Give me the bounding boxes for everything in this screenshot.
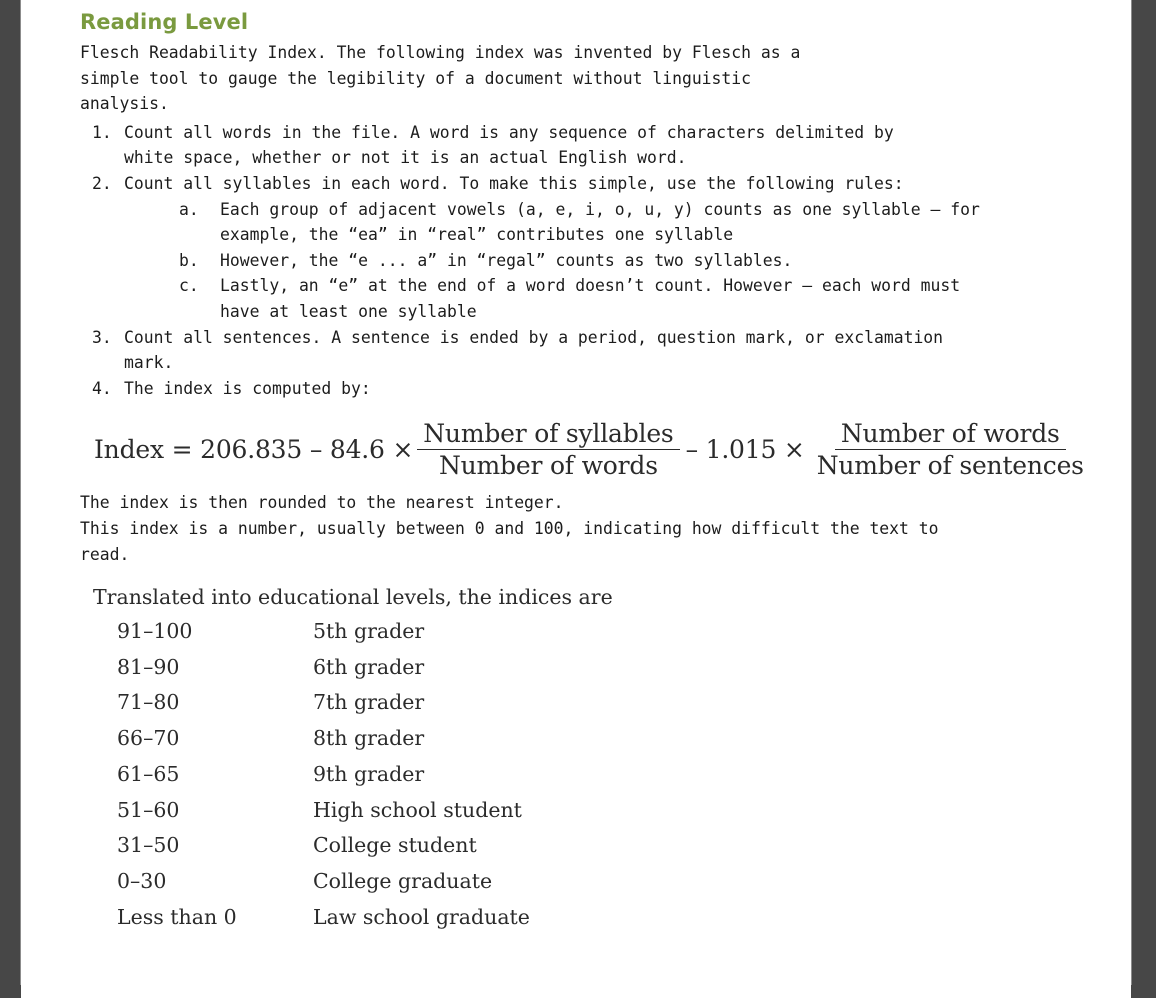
level-range: 81–90 (117, 654, 180, 679)
fraction-denominator: Number of sentences (816, 451, 1084, 481)
formula-middle-operator: – 1.015 × (685, 435, 805, 465)
substeps-container: a. Each group of adjacent vowels (a, e, … (179, 197, 1090, 325)
table-row: Less than 0 Law school graduate (80, 903, 530, 939)
document-content: Reading Level Flesch Readability Index. … (80, 8, 1090, 938)
level-label: 5th grader (313, 619, 425, 644)
list-item: c. Lastly, an “e” at the end of a word d… (179, 273, 1090, 324)
level-range: 31–50 (117, 833, 180, 858)
list-marker: a. (179, 199, 199, 219)
list-item: b. However, the “e ... a” in “regal” cou… (179, 248, 1090, 274)
list-marker: 1. (92, 122, 112, 142)
table-row: 91–100 5th grader (80, 617, 530, 653)
reading-levels-table: 91–100 5th grader 81–90 6th grader 71–80… (80, 617, 530, 938)
list-item: 3. Count all sentences. A sentence is en… (80, 325, 1090, 376)
table-row: 0–30 College graduate (80, 867, 530, 903)
formula-fraction-two: Number of words Number of sentences (811, 419, 1090, 480)
list-item: 4. The index is computed by: (80, 376, 1090, 402)
fraction-numerator: Number of syllables (417, 419, 680, 451)
level-range: 51–60 (117, 797, 180, 822)
intro-paragraph: Flesch Readability Index. The following … (80, 43, 801, 114)
list-item-text: Count all sentences. A sentence is ended… (124, 327, 944, 373)
viewport: Reading Level Flesch Readability Index. … (0, 0, 1156, 998)
table-row: 71–80 7th grader (80, 688, 530, 724)
level-range: 61–65 (117, 761, 180, 786)
fraction-denominator: Number of words (438, 451, 658, 481)
level-label: 8th grader (313, 726, 425, 751)
list-item-text: However, the “e ... a” in “regal” counts… (220, 250, 793, 270)
level-label: 6th grader (313, 654, 425, 679)
substeps-list: a. Each group of adjacent vowels (a, e, … (179, 197, 1090, 325)
list-marker: 4. (92, 378, 112, 398)
level-label: High school student (313, 797, 522, 822)
formula-fraction-one: Number of syllables Number of words (417, 419, 680, 481)
list-item-text: The index is computed by: (124, 378, 371, 398)
steps-list: 1. Count all words in the file. A word i… (80, 120, 1090, 402)
left-window-gutter (0, 0, 21, 985)
index-formula: Index = 206.835 – 84.6 × Number of sylla… (80, 419, 1090, 480)
list-item: 2. Count all syllables in each word. To … (80, 171, 1090, 325)
list-marker: 3. (92, 327, 112, 347)
formula-lead: Index = 206.835 – 84.6 × (94, 435, 414, 465)
table-row: 81–90 6th grader (80, 653, 530, 689)
table-row: 31–50 College student (80, 831, 530, 867)
table-row: 66–70 8th grader (80, 724, 530, 760)
list-item-text: Count all syllables in each word. To mak… (124, 173, 904, 193)
level-label: College student (313, 833, 477, 858)
list-marker: 2. (92, 173, 112, 193)
list-item: a. Each group of adjacent vowels (a, e, … (179, 197, 1090, 248)
level-label: 7th grader (313, 690, 425, 715)
list-item-text: Count all words in the file. A word is a… (124, 122, 894, 168)
right-window-gutter (1131, 0, 1156, 985)
level-range: Less than 0 (117, 904, 237, 929)
level-label: Law school graduate (313, 904, 530, 929)
levels-caption: Translated into educational levels, the … (93, 585, 613, 610)
level-range: 66–70 (117, 726, 180, 751)
level-range: 0–30 (117, 868, 167, 893)
list-marker: c. (179, 276, 199, 296)
level-range: 91–100 (117, 619, 193, 644)
document-page: Reading Level Flesch Readability Index. … (21, 0, 1131, 998)
table-row: 61–65 9th grader (80, 760, 530, 796)
list-item-text: Each group of adjacent vowels (a, e, i, … (220, 199, 980, 245)
fraction-numerator: Number of words (834, 419, 1066, 451)
list-item: 1. Count all words in the file. A word i… (80, 120, 1090, 171)
list-marker: b. (179, 250, 199, 270)
table-row: 51–60 High school student (80, 796, 530, 832)
level-label: College graduate (313, 868, 493, 893)
level-label: 9th grader (313, 761, 425, 786)
list-item-text: Lastly, an “e” at the end of a word does… (220, 276, 961, 321)
level-range: 71–80 (117, 690, 180, 715)
after-formula-paragraph: The index is then rounded to the nearest… (80, 493, 939, 564)
page-title: Reading Level (80, 10, 249, 34)
